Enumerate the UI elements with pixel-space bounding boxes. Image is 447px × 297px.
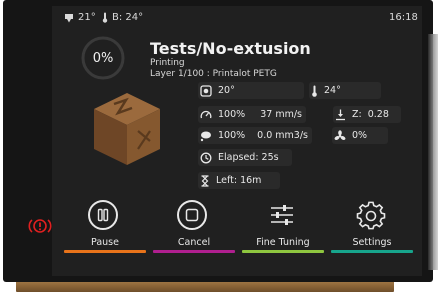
extruder-icon [64, 13, 74, 23]
action-bar: Pause Cancel Fine Tuning Settings [52, 200, 422, 276]
z-offset-stat[interactable]: Z: 0.28 [333, 106, 401, 123]
pause-icon [88, 200, 118, 230]
model-thumbnail [94, 93, 160, 165]
speed-stat[interactable]: 100% 37 mm/s [198, 106, 306, 123]
speedometer-icon [200, 109, 212, 121]
pause-label: Pause [91, 237, 119, 248]
job-layer-info: Layer 1/100 : Printalot PETG [150, 69, 277, 79]
job-status: Printing [150, 58, 185, 68]
ambient-temp-stat[interactable]: 24° [309, 82, 381, 99]
chamber-temp-stat[interactable]: 20° [198, 82, 304, 99]
settings-label: Settings [352, 237, 392, 248]
clock-time: 16:18 [389, 12, 418, 23]
flow-stat[interactable]: 100% 0.0 mm3/s [198, 127, 312, 144]
thermometer-icon [102, 12, 108, 23]
thermometer-icon [311, 85, 318, 97]
sliders-icon [268, 202, 296, 232]
gear-icon [356, 201, 386, 235]
fan-speed: 0% [352, 130, 368, 141]
flow-factor: 100% [218, 130, 246, 141]
emergency-stop-icon [28, 219, 52, 233]
extrude-flow-icon [200, 130, 212, 142]
hourglass-icon [200, 174, 210, 187]
fan-icon [334, 129, 346, 142]
emergency-stop-button[interactable] [28, 217, 52, 239]
status-bar: 21° B: 24° 16:18 [52, 6, 422, 28]
cancel-accent-bar [153, 250, 235, 253]
cancel-label: Cancel [177, 237, 211, 248]
remaining-time: Left: 16m [216, 175, 262, 186]
speed-value: 37 mm/s [260, 109, 302, 120]
ambient-temp: 24° [324, 85, 341, 96]
z-offset-icon [335, 109, 346, 121]
bed-temp: B: 24° [112, 12, 144, 23]
z-label: Z: [352, 109, 362, 120]
job-title: Tests/No-extusion [150, 39, 311, 58]
z-value: 0.28 [367, 109, 389, 120]
chamber-heater-icon [200, 84, 212, 97]
extruder-temp: 21° [78, 12, 96, 23]
fan-stat[interactable]: 0% [332, 127, 388, 144]
elapsed-time: Elapsed: 25s [218, 152, 279, 163]
fine-tuning-accent-bar [242, 250, 324, 253]
chamber-temp: 20° [218, 85, 235, 96]
clock: 16:18 [389, 12, 418, 23]
fine-tuning-button[interactable]: Fine Tuning [240, 200, 326, 260]
remaining-stat: Left: 16m [198, 172, 280, 189]
flow-value: 0.0 mm3/s [257, 130, 309, 141]
printer-screen: 21° B: 24° 16:18 0% Tests/No-extusion Pr… [52, 6, 422, 276]
extruder-temp-indicator[interactable]: 21° [64, 12, 96, 23]
pause-button[interactable]: Pause [62, 200, 148, 260]
cancel-button[interactable]: Cancel [151, 200, 237, 260]
elapsed-stat: Elapsed: 25s [198, 149, 292, 166]
pause-accent-bar [64, 250, 146, 253]
speed-factor: 100% [218, 109, 246, 120]
clock-icon [200, 152, 212, 164]
bed-temp-indicator[interactable]: B: 24° [102, 12, 143, 23]
stop-icon [177, 200, 207, 230]
settings-button[interactable]: Settings [329, 200, 415, 260]
progress-percent: 0% [92, 50, 114, 66]
bezel-edge [428, 34, 438, 270]
fine-tuning-label: Fine Tuning [256, 237, 310, 248]
settings-accent-bar [331, 250, 413, 253]
